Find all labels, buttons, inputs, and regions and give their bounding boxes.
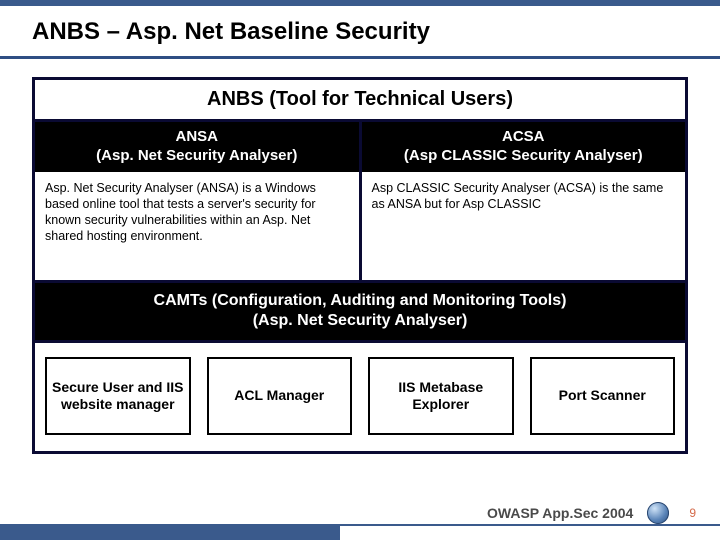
camts-banner: CAMTs (Configuration, Auditing and Monit… [35,280,685,344]
footer-bar [0,526,340,540]
acsa-header: ACSA (Asp CLASSIC Security Analyser) [362,122,686,172]
footer-label: OWASP App.Sec 2004 [487,505,633,521]
two-columns: ANSA (Asp. Net Security Analyser) Asp. N… [35,122,685,280]
tool-acl-manager: ACL Manager [207,357,353,435]
camts-line1: CAMTs (Configuration, Auditing and Monit… [41,291,679,312]
ansa-header: ANSA (Asp. Net Security Analyser) [35,122,359,172]
tool-secure-user: Secure User and IIS website manager [45,357,191,435]
anbs-banner: ANBS (Tool for Technical Users) [35,80,685,122]
ansa-body: Asp. Net Security Analyser (ANSA) is a W… [35,172,359,280]
tool-row: Secure User and IIS website manager ACL … [35,343,685,451]
tool-port-scanner: Port Scanner [530,357,676,435]
acsa-head-line1: ACSA [366,128,682,147]
ansa-column: ANSA (Asp. Net Security Analyser) Asp. N… [35,122,362,280]
acsa-column: ACSA (Asp CLASSIC Security Analyser) Asp… [362,122,686,280]
footer-right: OWASP App.Sec 2004 9 [487,502,696,524]
footer: OWASP App.Sec 2004 9 [0,524,720,540]
ansa-head-line1: ANSA [39,128,355,147]
globe-icon [647,502,669,524]
page-number: 9 [689,506,696,520]
tool-iis-metabase: IIS Metabase Explorer [368,357,514,435]
ansa-head-line2: (Asp. Net Security Analyser) [39,147,355,166]
acsa-body: Asp CLASSIC Security Analyser (ACSA) is … [362,172,686,280]
camts-line2: (Asp. Net Security Analyser) [41,311,679,332]
main-box: ANBS (Tool for Technical Users) ANSA (As… [32,77,688,454]
title-rule [0,56,720,59]
slide-title: ANBS – Asp. Net Baseline Security [0,6,720,56]
acsa-head-line2: (Asp CLASSIC Security Analyser) [366,147,682,166]
